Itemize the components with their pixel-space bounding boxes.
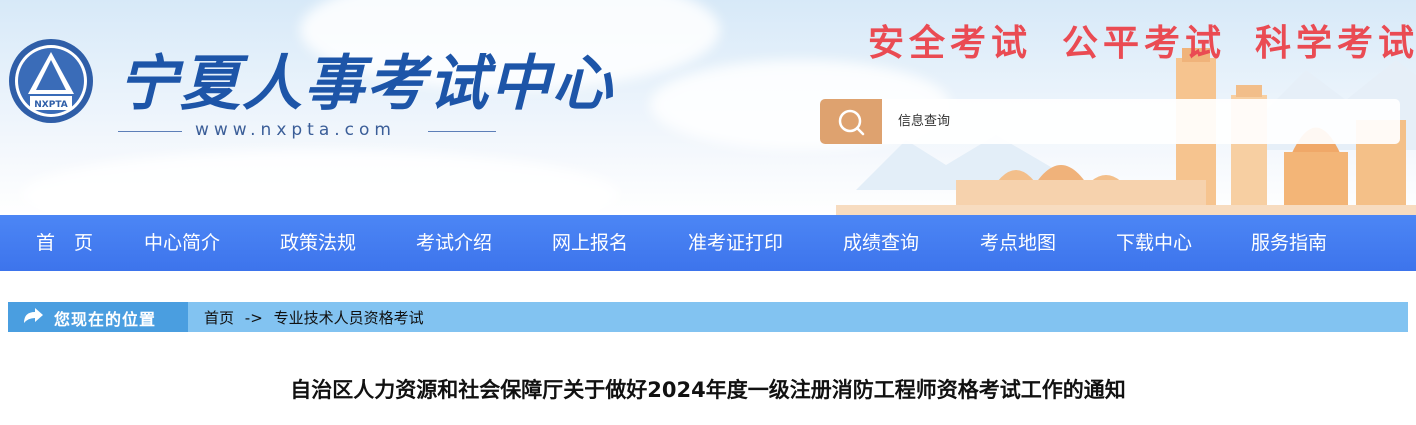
- nav-service-guide[interactable]: 服务指南: [1251, 215, 1327, 271]
- nav-score-query[interactable]: 成绩查询: [843, 215, 919, 271]
- search-bar: [820, 99, 1400, 144]
- location-bar: 您现在的位置 首页 -> 专业技术人员资格考试: [8, 302, 1408, 332]
- slogan-scientific: 科学考试: [1255, 23, 1416, 64]
- site-url: www.nxpta.com: [195, 120, 396, 140]
- location-label: 您现在的位置: [54, 310, 157, 329]
- nxpta-logo[interactable]: NXPTA: [8, 38, 94, 124]
- nav-policy[interactable]: 政策法规: [280, 215, 356, 271]
- breadcrumb: 首页 -> 专业技术人员资格考试: [204, 307, 424, 328]
- nav-exam-intro[interactable]: 考试介绍: [416, 215, 492, 271]
- nav-home[interactable]: 首 页: [36, 215, 93, 271]
- site-name: 宁夏人事考试中心: [118, 49, 614, 119]
- cloud-decoration: [20, 150, 620, 215]
- slogan-safe: 安全考试: [868, 23, 1033, 64]
- search-button[interactable]: [820, 99, 882, 144]
- location-arrow-icon: [24, 308, 43, 323]
- search-icon: [838, 109, 865, 135]
- nav-about[interactable]: 中心简介: [144, 215, 220, 271]
- breadcrumb-home[interactable]: 首页: [204, 307, 234, 328]
- url-divider-left: [118, 131, 182, 132]
- breadcrumb-current[interactable]: 专业技术人员资格考试: [274, 307, 424, 328]
- page-header: NXPTA 宁夏人事考试中心 www.nxpta.com 安全考试 公平考试 科…: [0, 0, 1416, 215]
- nav-downloads[interactable]: 下载中心: [1116, 215, 1192, 271]
- location-badge: 您现在的位置: [8, 302, 188, 332]
- svg-text:NXPTA: NXPTA: [34, 100, 68, 110]
- nav-admission-ticket[interactable]: 准考证打印: [688, 215, 783, 271]
- nav-exam-map[interactable]: 考点地图: [980, 215, 1056, 271]
- search-input[interactable]: [882, 99, 1400, 144]
- nav-online-registration[interactable]: 网上报名: [552, 215, 628, 271]
- slogan-fair: 公平考试: [1062, 23, 1227, 64]
- main-nav: 首 页 中心简介 政策法规 考试介绍 网上报名 准考证打印 成绩查询 考点地图 …: [0, 215, 1416, 271]
- article-title: 自治区人力资源和社会保障厅关于做好2024年度一级注册消防工程师资格考试工作的通…: [290, 378, 1126, 402]
- breadcrumb-separator: ->: [244, 309, 263, 327]
- url-divider-right: [428, 131, 496, 132]
